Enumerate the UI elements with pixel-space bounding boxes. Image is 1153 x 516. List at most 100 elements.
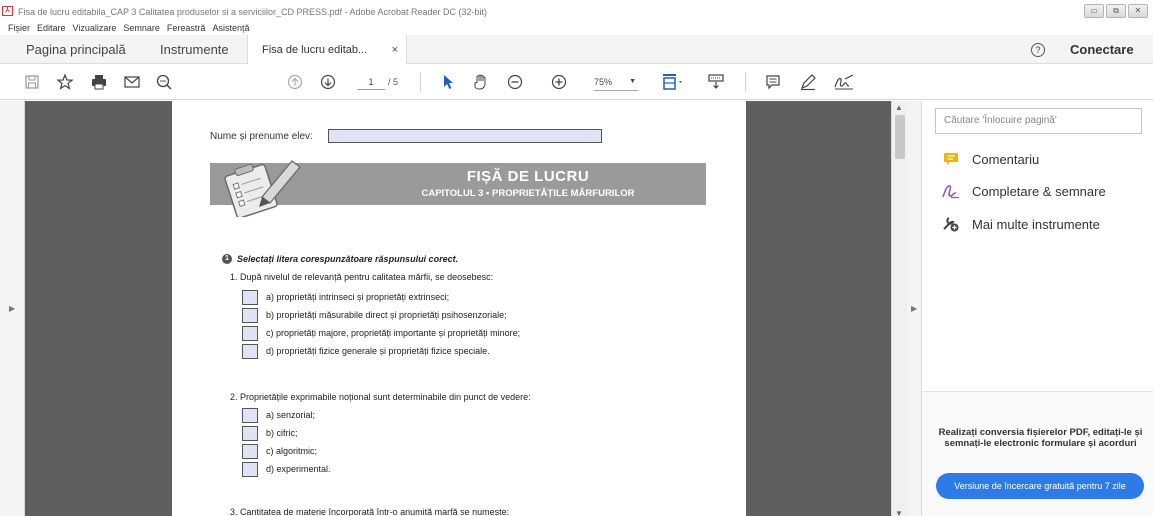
window-controls: ▭ ⧉ ✕	[1084, 4, 1148, 18]
comment-tool-icon	[942, 150, 960, 168]
menu-sign[interactable]: Semnare	[123, 22, 160, 34]
option-label: a) senzorial;	[266, 410, 316, 420]
scroll-down-icon[interactable]: ▼	[895, 509, 903, 516]
bookmark-star-icon[interactable]	[54, 72, 76, 92]
acrobat-app-icon: ⅄	[2, 6, 13, 16]
left-panel-toggle[interactable]: ▶	[0, 101, 25, 516]
question-2-text: 2. Proprietățile exprimabile noțional su…	[230, 392, 531, 402]
scroll-mode-icon[interactable]	[706, 72, 726, 92]
tool-comment-label: Comentariu	[972, 151, 1040, 167]
zoom-level-dropdown[interactable]: 75% ▼	[594, 74, 638, 91]
tab-tools[interactable]: Instrumente	[160, 35, 229, 64]
answer-checkbox[interactable]	[242, 425, 258, 441]
answer-checkbox[interactable]	[242, 289, 258, 305]
collapse-right-panel-icon[interactable]: ▶	[911, 304, 917, 313]
search-zoom-icon[interactable]	[153, 72, 175, 92]
scroll-up-icon[interactable]: ▲	[895, 103, 903, 112]
close-window-button[interactable]: ✕	[1128, 4, 1148, 18]
page-count: / 5	[388, 77, 399, 87]
question-2-option-b[interactable]: b) cifric;	[242, 425, 298, 441]
name-form-field[interactable]	[328, 129, 602, 143]
help-icon[interactable]: ?	[1031, 43, 1045, 57]
question-1-text: 1. După nivelul de relevanță pentru cali…	[230, 272, 494, 282]
scrollbar-thumb[interactable]	[895, 115, 905, 159]
comment-icon[interactable]	[763, 72, 783, 92]
tab-document[interactable]: Fisa de lucru editab... ×	[247, 35, 407, 65]
menu-view[interactable]: Vizualizare	[73, 22, 117, 34]
clipboard-pen-icon	[224, 160, 301, 217]
tab-home[interactable]: Pagina principală	[26, 35, 126, 64]
answer-checkbox[interactable]	[242, 325, 258, 341]
answer-checkbox[interactable]	[242, 407, 258, 423]
tools-search-input[interactable]: Căutare 'Înlocuire pagină'	[935, 108, 1142, 134]
page-number-input[interactable]: 1	[357, 74, 385, 90]
save-icon[interactable]	[22, 72, 42, 92]
question-2-option-d[interactable]: d) experimental.	[242, 461, 331, 477]
menu-edit[interactable]: Editare	[37, 22, 66, 34]
zoom-out-icon[interactable]	[505, 72, 525, 92]
promo-box: Realizați conversia fișierelor PDF, edit…	[922, 391, 1153, 516]
question-1-option-a[interactable]: a) proprietăți intrinseci și proprietăți…	[242, 289, 449, 305]
acrobat-window: ⅄ Fisa de lucru editabila_CAP 3 Calitate…	[0, 0, 1153, 516]
promo-text: Realizați conversia fișierelor PDF, edit…	[938, 427, 1143, 449]
banner-subtitle: CAPITOLUL 3 • PROPRIETĂȚILE MĂRFURILOR	[421, 188, 635, 199]
highlight-pen-icon[interactable]	[797, 72, 819, 92]
tools-pane: Căutare 'Înlocuire pagină' Comentariu Co…	[922, 101, 1153, 516]
toolbar-divider-2	[745, 72, 746, 92]
select-arrow-icon[interactable]	[440, 72, 456, 92]
fit-page-icon[interactable]	[660, 72, 686, 92]
question-2-option-a[interactable]: a) senzorial;	[242, 407, 315, 423]
tool-fill-sign-label: Completare & semnare	[972, 183, 1106, 199]
sign-icon[interactable]	[832, 72, 856, 92]
tool-comment[interactable]: Comentariu	[942, 149, 1039, 169]
connect-button[interactable]: Conectare	[1070, 35, 1134, 64]
menu-help[interactable]: Asistență	[212, 22, 249, 34]
main-toolbar: 1 / 5 75% ▼	[0, 64, 1153, 100]
banner-title: FIȘĂ DE LUCRU	[466, 168, 590, 185]
minimize-button[interactable]: ▭	[1084, 4, 1104, 18]
answer-checkbox[interactable]	[242, 461, 258, 477]
zoom-in-icon[interactable]	[549, 72, 569, 92]
section-instruction: 1 Selectați litera corespunzătoare răspu…	[222, 254, 458, 264]
tool-more-tools[interactable]: Mai multe instrumente	[942, 214, 1100, 234]
option-label: d) proprietăți fizice generale și propri…	[266, 346, 490, 356]
question-3-text: 3. Cantitatea de materie încorporată înt…	[230, 507, 510, 516]
question-1-option-b[interactable]: b) proprietăți măsurabile direct și prop…	[242, 307, 507, 323]
title-bar: ⅄ Fisa de lucru editabila_CAP 3 Calitate…	[0, 0, 1153, 22]
answer-checkbox[interactable]	[242, 343, 258, 359]
answer-checkbox[interactable]	[242, 443, 258, 459]
maximize-button[interactable]: ⧉	[1106, 4, 1126, 18]
menu-window[interactable]: Fereastră	[167, 22, 206, 34]
option-label: a) proprietăți intrinseci și proprietăți…	[266, 292, 450, 302]
vertical-scrollbar[interactable]: ▲ ▼	[891, 101, 907, 516]
option-label: b) proprietăți măsurabile direct și prop…	[266, 310, 507, 320]
answer-checkbox[interactable]	[242, 307, 258, 323]
window-title: Fisa de lucru editabila_CAP 3 Calitatea …	[18, 7, 488, 17]
menu-bar: Fișier Editare Vizualizare Semnare Ferea…	[0, 22, 1153, 34]
right-panel-toggle[interactable]: ▶	[907, 101, 922, 516]
question-1-option-c[interactable]: c) proprietăți majore, proprietăți impor…	[242, 325, 520, 341]
email-icon[interactable]	[121, 72, 143, 92]
name-field-label: Nume și prenume elev:	[210, 131, 313, 142]
free-trial-button[interactable]: Versiune de încercare gratuită pentru 7 …	[936, 473, 1144, 499]
question-1-option-d[interactable]: d) proprietăți fizice generale și propri…	[242, 343, 490, 359]
expand-left-panel-icon[interactable]: ▶	[9, 304, 15, 313]
tool-fill-sign[interactable]: Completare & semnare	[942, 181, 1106, 201]
close-tab-icon[interactable]: ×	[392, 35, 398, 65]
more-tools-icon	[942, 215, 960, 233]
pdf-page: Nume și prenume elev: FIȘĂ DE LUCRU CAPI…	[172, 101, 746, 516]
option-label: d) experimental.	[266, 464, 331, 474]
option-label: c) proprietăți majore, proprietăți impor…	[266, 328, 521, 338]
tool-more-tools-label: Mai multe instrumente	[972, 216, 1100, 232]
tab-bar: Pagina principală Instrumente Fisa de lu…	[0, 35, 1153, 65]
section-number-badge: 1	[222, 254, 232, 264]
hand-icon[interactable]	[470, 72, 492, 92]
question-2-option-c[interactable]: c) algoritmic;	[242, 443, 317, 459]
option-label: c) algoritmic;	[266, 446, 318, 456]
page-up-icon[interactable]	[285, 72, 305, 92]
page-down-icon[interactable]	[318, 72, 338, 92]
toolbar-divider	[420, 72, 421, 92]
print-icon[interactable]	[88, 72, 110, 92]
menu-file[interactable]: Fișier	[8, 22, 30, 34]
fill-sign-icon	[942, 182, 960, 200]
